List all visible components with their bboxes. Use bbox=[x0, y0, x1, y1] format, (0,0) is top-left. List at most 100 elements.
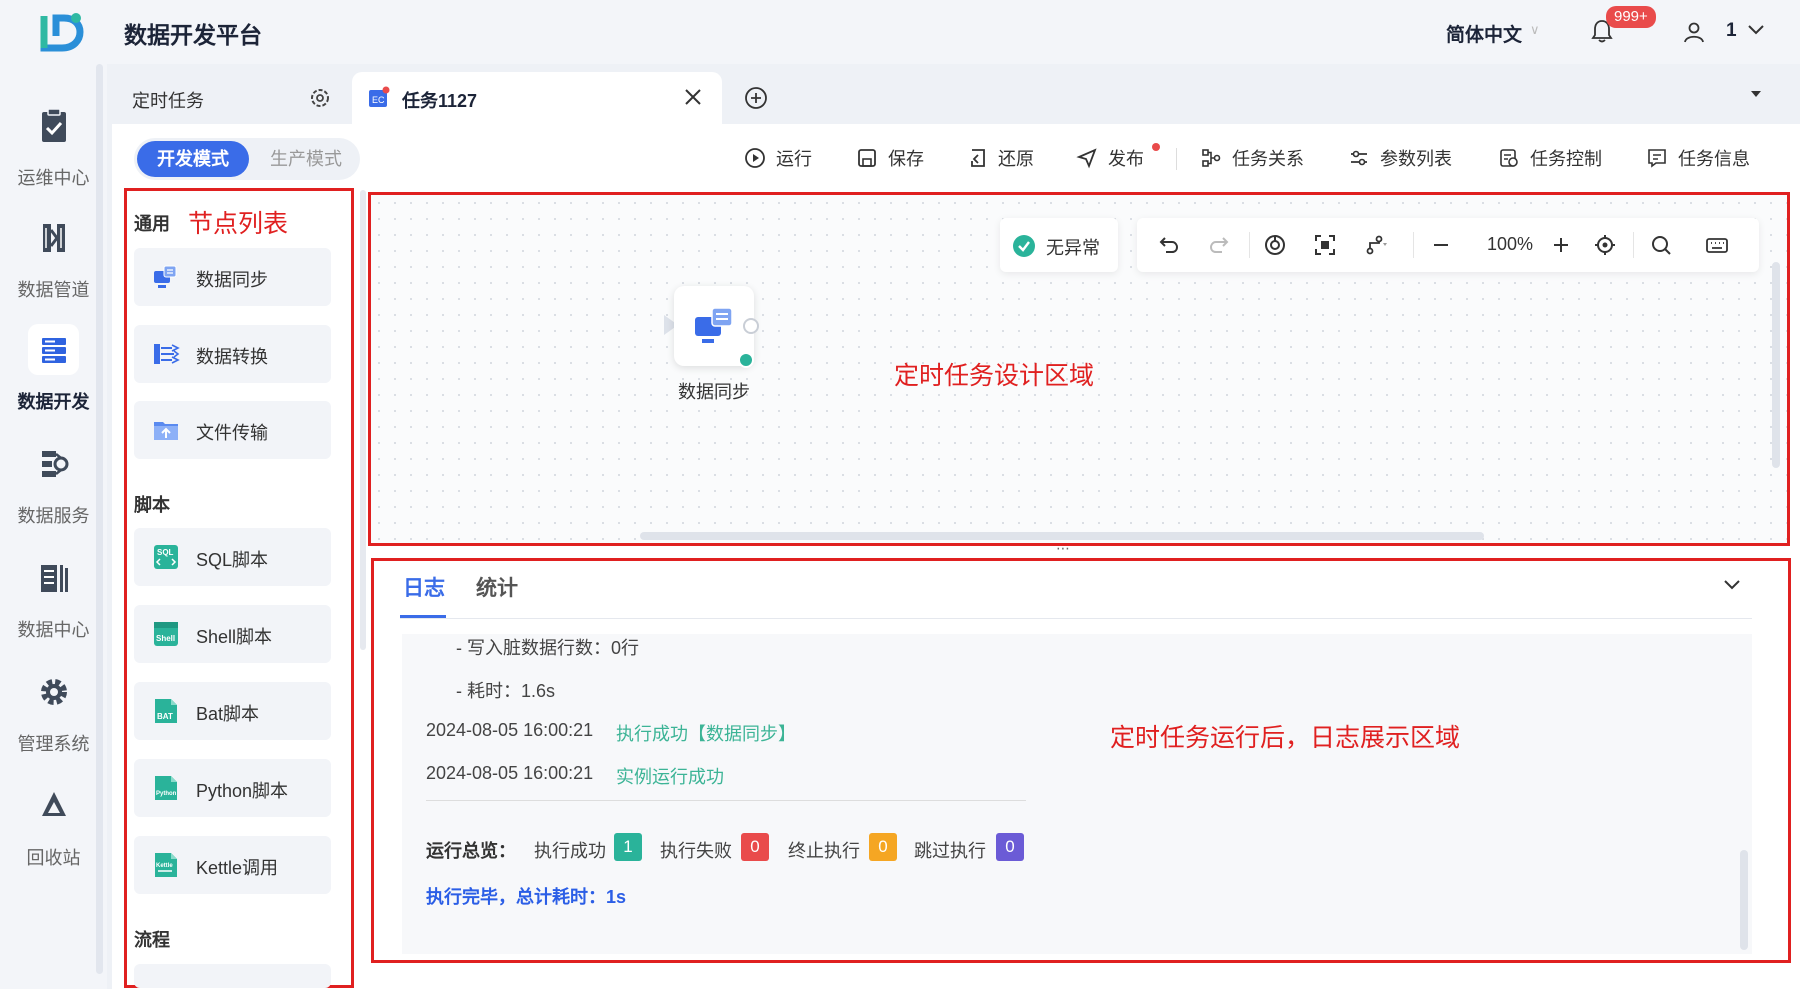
shell-script-icon: Shell bbox=[154, 622, 178, 646]
node-file-transfer[interactable]: 文件传输 bbox=[134, 401, 331, 459]
finish-summary: 执行完毕，总计耗时：1s bbox=[426, 887, 627, 907]
user-icon[interactable] bbox=[1682, 20, 1706, 44]
restore-button[interactable]: 还原 bbox=[966, 144, 1034, 172]
tab-task[interactable]: EC 任务1127 bbox=[352, 72, 722, 124]
nav-item-ops[interactable]: 运维中心 bbox=[0, 84, 107, 188]
run-label: 运行 bbox=[776, 149, 812, 169]
prod-mode-button[interactable]: 生产模式 bbox=[252, 141, 360, 177]
locate-icon[interactable] bbox=[1593, 233, 1617, 257]
tab-divider bbox=[400, 618, 1752, 619]
add-tab-icon[interactable] bbox=[744, 86, 768, 110]
node-label: Bat脚本 bbox=[196, 704, 260, 724]
tab-statistics[interactable]: 统计 bbox=[476, 572, 518, 602]
canvas-node-label: 数据同步 bbox=[678, 382, 750, 402]
user-name[interactable]: 1 bbox=[1726, 20, 1737, 42]
node-kettle-call[interactable]: Kettle Kettle调用 bbox=[134, 836, 331, 894]
svg-text:Shell: Shell bbox=[156, 634, 175, 643]
toolbar-divider bbox=[1249, 232, 1250, 258]
tab-log[interactable]: 日志 bbox=[403, 572, 445, 602]
gear-icon bbox=[41, 679, 67, 705]
svg-text:BAT: BAT bbox=[157, 712, 173, 721]
log-scrollbar[interactable] bbox=[1740, 850, 1748, 950]
search-icon[interactable] bbox=[1649, 233, 1673, 257]
nav-item-label: 回收站 bbox=[26, 848, 81, 868]
node-bat-script[interactable]: BAT Bat脚本 bbox=[134, 682, 331, 740]
resize-handle[interactable]: ⋯ bbox=[1056, 540, 1071, 557]
chevron-down-icon[interactable]: ∨ bbox=[1530, 22, 1540, 38]
close-icon[interactable] bbox=[682, 86, 704, 108]
connector-style-icon[interactable] bbox=[1365, 233, 1389, 257]
keyboard-icon[interactable] bbox=[1705, 233, 1729, 257]
panel-scrollbar[interactable] bbox=[360, 190, 366, 650]
relations-icon bbox=[1202, 149, 1221, 167]
dev-mode-button[interactable]: 开发模式 bbox=[137, 141, 249, 177]
node-label: 文件传输 bbox=[196, 423, 268, 443]
task-info-button[interactable]: 任务信息 bbox=[1646, 144, 1750, 172]
canvas-horizontal-scrollbar[interactable] bbox=[640, 532, 1484, 540]
caret-down-icon[interactable] bbox=[1748, 86, 1764, 102]
chevron-down-icon[interactable] bbox=[1746, 20, 1766, 40]
status-label: 无异常 bbox=[1046, 238, 1100, 258]
python-script-icon: Python bbox=[155, 776, 177, 800]
nav-item-pipeline[interactable]: 数据管道 bbox=[0, 196, 107, 300]
check-circle-icon bbox=[1013, 235, 1035, 257]
chevron-down-icon[interactable] bbox=[1722, 574, 1742, 594]
task-relations-button[interactable]: 任务关系 bbox=[1200, 144, 1304, 172]
clipboard-check-icon bbox=[42, 108, 66, 142]
toolbar-divider bbox=[1413, 232, 1414, 258]
nav-item-dev[interactable]: 数据开发 bbox=[0, 308, 107, 412]
data-sync-icon bbox=[154, 265, 177, 288]
restore-icon bbox=[971, 149, 985, 167]
node-python-script[interactable]: Python Python脚本 bbox=[134, 759, 331, 817]
left-nav: 运维中心 数据管道 数据开发 数据服务 数据中心 管理系统 回收站 bbox=[0, 64, 107, 989]
nav-item-recycle[interactable]: 回收站 bbox=[0, 764, 107, 868]
auto-layout-icon[interactable] bbox=[1263, 233, 1287, 257]
sliders-icon bbox=[1351, 150, 1367, 166]
info-doc-icon bbox=[1648, 149, 1666, 168]
mode-toggle[interactable]: 开发模式 生产模式 bbox=[134, 138, 360, 180]
save-icon bbox=[858, 149, 876, 167]
redo-icon[interactable] bbox=[1207, 233, 1231, 257]
publish-button[interactable]: 发布 bbox=[1076, 144, 1144, 172]
undo-icon[interactable] bbox=[1157, 233, 1181, 257]
canvas-vertical-scrollbar[interactable] bbox=[1772, 262, 1780, 468]
task-relations-label: 任务关系 bbox=[1232, 149, 1304, 169]
param-list-button[interactable]: 参数列表 bbox=[1348, 144, 1452, 172]
gear-icon[interactable] bbox=[308, 86, 332, 110]
node-shell-script[interactable]: Shell Shell脚本 bbox=[134, 605, 331, 663]
task-control-button[interactable]: 任务控制 bbox=[1498, 144, 1602, 172]
node-data-transform[interactable]: 数据转换 bbox=[134, 325, 331, 383]
zoom-in-icon[interactable] bbox=[1549, 233, 1573, 257]
node-flow-partial[interactable] bbox=[134, 964, 331, 988]
fail-label: 执行失败 bbox=[660, 841, 732, 861]
publish-dot bbox=[1152, 143, 1160, 151]
validation-status: 无异常 bbox=[1000, 218, 1118, 272]
bat-script-icon: BAT bbox=[155, 699, 177, 723]
section-general: 通用 bbox=[134, 214, 170, 234]
zoom-out-icon[interactable] bbox=[1429, 233, 1453, 257]
node-data-sync[interactable]: 数据同步 bbox=[134, 248, 331, 306]
save-button[interactable]: 保存 bbox=[856, 144, 924, 172]
app-logo bbox=[40, 13, 84, 52]
run-button[interactable]: 运行 bbox=[744, 144, 812, 172]
node-list-annotation: 节点列表 bbox=[188, 210, 289, 238]
log-divider bbox=[426, 800, 1026, 801]
nav-item-datacenter[interactable]: 数据中心 bbox=[0, 536, 107, 640]
node-output-port[interactable] bbox=[743, 318, 759, 334]
nav-item-service[interactable]: 数据服务 bbox=[0, 422, 107, 526]
data-sync-icon bbox=[695, 307, 733, 343]
nav-scrollbar[interactable] bbox=[96, 64, 103, 974]
zoom-level: 100% bbox=[1487, 234, 1534, 254]
param-list-label: 参数列表 bbox=[1380, 149, 1452, 169]
node-sql-script[interactable]: SQL SQL脚本 bbox=[134, 528, 331, 586]
node-success-dot bbox=[738, 352, 754, 368]
tab-scheduled-tasks[interactable]: 定时任务 bbox=[112, 72, 348, 124]
notification-badge: 999+ bbox=[1606, 6, 1656, 28]
language-selector[interactable]: 简体中文 bbox=[1446, 20, 1522, 47]
fail-count: 0 bbox=[741, 833, 769, 861]
nav-item-admin[interactable]: 管理系统 bbox=[0, 650, 107, 754]
data-center-icon bbox=[41, 565, 68, 592]
fit-view-icon[interactable] bbox=[1313, 233, 1337, 257]
task-control-label: 任务控制 bbox=[1530, 149, 1602, 169]
data-transform-icon bbox=[154, 344, 180, 364]
